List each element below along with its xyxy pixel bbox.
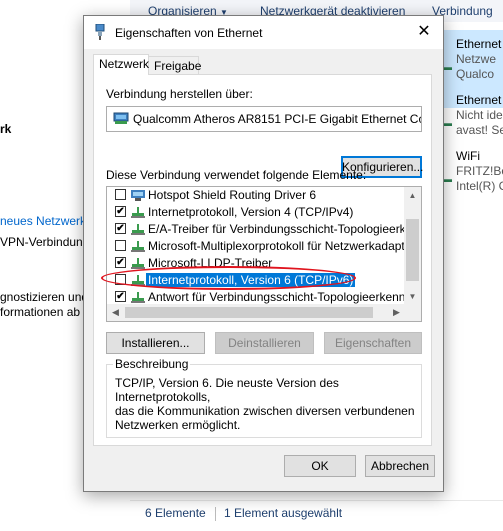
adapter-name: Qualcomm Atheros AR8151 PCI-E Gigabit Et… — [133, 112, 422, 126]
adapter-field: Qualcomm Atheros AR8151 PCI-E Gigabit Et… — [106, 106, 422, 132]
item-count: 6 Elemente — [145, 506, 206, 520]
ok-button[interactable]: OK — [284, 455, 356, 477]
network-cable-icon: ▬ — [443, 118, 452, 128]
properties-button[interactable]: Eigenschaften — [324, 332, 422, 354]
scroll-up-icon[interactable]: ▲ — [404, 187, 421, 204]
vpn-connection-text: VPN-Verbindung — [0, 235, 90, 249]
wifi-icon: ▬ — [443, 174, 452, 184]
horizontal-scrollbar[interactable]: ◀ ▶ — [107, 304, 405, 321]
connection-device: avast! Se — [456, 123, 503, 137]
connection-name[interactable]: WiFi — [456, 149, 480, 163]
connection-status: Nicht ide — [456, 108, 503, 122]
selected-count: 1 Element ausgewählt — [224, 506, 343, 520]
install-button[interactable]: Installieren... — [106, 332, 205, 354]
protocol-icon — [131, 207, 145, 218]
item-label: E/A-Treiber für Verbindungsschicht-Topol… — [148, 222, 422, 236]
status-divider — [215, 507, 216, 521]
cancel-button[interactable]: Abbrechen — [365, 455, 435, 477]
network-card-icon — [113, 112, 129, 124]
connect-using-label: Verbindung herstellen über: — [106, 87, 253, 101]
checkbox[interactable]: ✔ — [115, 257, 126, 268]
checkbox[interactable]: ✔ — [115, 291, 126, 302]
checkbox[interactable] — [115, 274, 126, 285]
item-label: Antwort für Verbindungsschicht-Topologie… — [148, 290, 422, 304]
status-bar: 6 Elemente 1 Element ausgewählt — [130, 500, 503, 531]
protocol-icon — [131, 292, 145, 303]
scroll-left-icon[interactable]: ◀ — [107, 304, 124, 321]
protocol-icon — [131, 224, 145, 235]
list-item[interactable]: ✔ E/A-Treiber für Verbindungsschicht-Top… — [107, 221, 421, 238]
components-list[interactable]: Hotspot Shield Routing Driver 6 ✔ Intern… — [106, 186, 422, 322]
item-label: Internetprotokoll, Version 4 (TCP/IPv4) — [148, 205, 354, 219]
connection-name[interactable]: Ethernet — [456, 37, 501, 51]
diagnose-text: gnostizieren und — [0, 290, 89, 304]
connection-device: Intel(R) C — [456, 179, 503, 193]
protocol-icon — [131, 258, 145, 269]
list-item-selected[interactable]: Internetprotokoll, Version 6 (TCP/IPv6) — [107, 272, 405, 289]
network-component-icon — [131, 190, 145, 201]
dialog-title: Eigenschaften von Ethernet — [115, 26, 263, 40]
scrollbar-corner — [404, 304, 421, 321]
description-text: TCP/IP, Version 6. Die neuste Version de… — [115, 376, 415, 432]
list-item[interactable]: ✔ Microsoft-LLDP-Treiber — [107, 255, 405, 272]
description-group: Beschreibung TCP/IP, Version 6. Die neus… — [106, 357, 422, 438]
checkbox[interactable]: ✔ — [115, 206, 126, 217]
scroll-thumb[interactable] — [406, 219, 419, 281]
checkbox[interactable] — [115, 189, 126, 200]
connection-status: Netzwe — [456, 52, 497, 66]
list-item[interactable]: ✔ Internetprotokoll, Version 4 (TCP/IPv4… — [107, 204, 405, 221]
scroll-right-icon[interactable]: ▶ — [388, 304, 405, 321]
vertical-scrollbar[interactable]: ▲ ▼ — [404, 187, 421, 305]
close-icon[interactable]: ✕ — [410, 21, 438, 43]
left-pane-text-1: rk — [0, 122, 12, 136]
uninstall-button[interactable]: Deinstallieren — [215, 332, 314, 354]
list-item[interactable]: Hotspot Shield Routing Driver 6 — [107, 187, 405, 204]
new-network-link[interactable]: neues Netzwerk — [0, 214, 86, 228]
item-label: Microsoft-Multiplexorprotokoll für Netzw… — [148, 239, 416, 253]
protocol-icon — [131, 275, 145, 286]
dialog-titlebar[interactable]: Eigenschaften von Ethernet ✕ — [84, 16, 443, 49]
description-label: Beschreibung — [113, 357, 191, 371]
information-text: formationen ab — [0, 305, 81, 319]
item-label: Microsoft-LLDP-Treiber — [148, 256, 273, 270]
network-tab-panel: Verbindung herstellen über: Qualcomm Ath… — [93, 74, 432, 446]
tab-sharing[interactable]: Freigabe — [149, 56, 201, 75]
items-label: Diese Verbindung verwendet folgende Elem… — [106, 168, 367, 182]
scroll-down-icon[interactable]: ▼ — [404, 288, 421, 305]
connection-name[interactable]: Ethernet — [456, 93, 501, 107]
tab-network[interactable]: Netzwerk — [93, 54, 149, 75]
network-adapter-icon — [95, 24, 105, 40]
connections-list: Ethernet Netzwe Qualco ▬ Ethernet Nicht … — [440, 22, 503, 207]
protocol-icon — [131, 241, 145, 252]
network-cable-icon: ▬ — [443, 62, 452, 72]
item-label: Hotspot Shield Routing Driver 6 — [148, 188, 317, 202]
checkbox[interactable] — [115, 240, 126, 251]
scroll-thumb[interactable] — [125, 307, 373, 318]
list-item[interactable]: Microsoft-Multiplexorprotokoll für Netzw… — [107, 238, 415, 255]
item-label: Internetprotokoll, Version 6 (TCP/IPv6) — [146, 273, 356, 287]
ethernet-properties-dialog: Eigenschaften von Ethernet ✕ Netzwerk Fr… — [83, 15, 444, 492]
connection-device: Qualco — [456, 67, 495, 81]
connection-status: FRITZ!Bo — [456, 164, 503, 178]
checkbox[interactable]: ✔ — [115, 223, 126, 234]
